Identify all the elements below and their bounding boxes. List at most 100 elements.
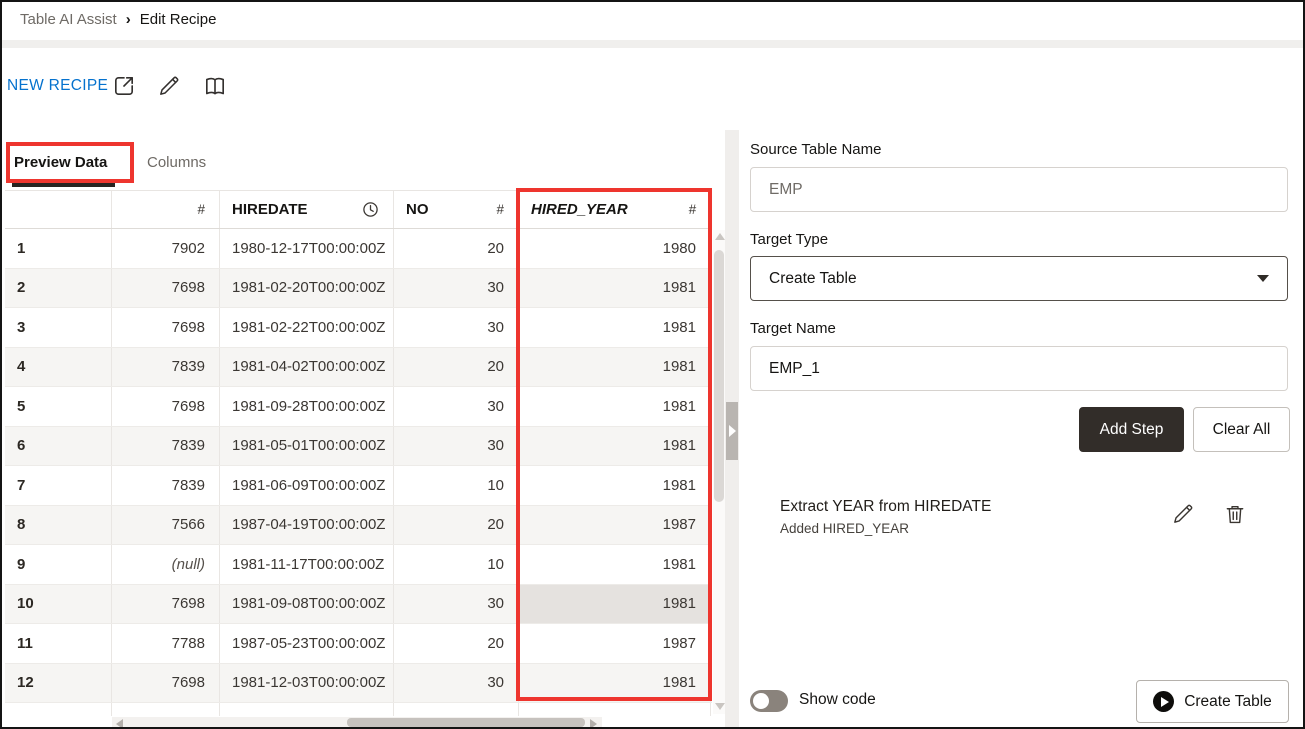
cell-mgr[interactable]: 7839 <box>112 427 220 466</box>
column-header-hiredate[interactable]: HIREDATE <box>220 191 394 228</box>
table-row: 576981981-09-28T00:00:00Z301981 <box>5 387 712 427</box>
cell-hired-year[interactable]: 1987 <box>519 506 711 545</box>
cell-mgr[interactable]: 7698 <box>112 269 220 308</box>
show-code-label: Show code <box>799 691 876 709</box>
row-number-cell[interactable]: 2 <box>5 269 112 308</box>
cell-hired-year[interactable]: 1987 <box>519 624 711 663</box>
cell-hiredate[interactable] <box>220 703 394 716</box>
row-number-cell[interactable]: 13 <box>5 703 112 716</box>
cell-hired-year[interactable] <box>519 703 711 716</box>
column-header-hired-year[interactable]: HIRED_YEAR # <box>519 191 711 228</box>
cell-hiredate[interactable]: 1981-11-17T00:00:00Z <box>220 545 394 584</box>
cell-no[interactable]: 20 <box>394 506 519 545</box>
scroll-right-arrow-icon[interactable] <box>590 719 597 729</box>
table-row: 875661987-04-19T00:00:00Z201987 <box>5 506 712 546</box>
cell-mgr[interactable]: 7788 <box>112 624 220 663</box>
add-step-button[interactable]: Add Step <box>1079 407 1184 452</box>
play-icon <box>1153 691 1174 712</box>
cell-mgr[interactable] <box>112 703 220 716</box>
cell-no[interactable]: 30 <box>394 585 519 624</box>
target-type-select[interactable]: Create Table <box>750 256 1288 301</box>
cell-mgr[interactable]: 7698 <box>112 308 220 347</box>
target-name-field[interactable]: EMP_1 <box>750 346 1288 391</box>
row-number-cell[interactable]: 7 <box>5 466 112 505</box>
cell-no[interactable]: 20 <box>394 348 519 387</box>
cell-hiredate[interactable]: 1981-09-08T00:00:00Z <box>220 585 394 624</box>
breadcrumb-chevron-icon: › <box>126 11 131 28</box>
cell-no[interactable]: 30 <box>394 308 519 347</box>
row-number-cell[interactable]: 8 <box>5 506 112 545</box>
pencil-icon[interactable] <box>157 74 181 98</box>
cell-no[interactable]: 20 <box>394 624 519 663</box>
cell-hiredate[interactable]: 1981-02-22T00:00:00Z <box>220 308 394 347</box>
row-number-cell[interactable]: 1 <box>5 229 112 268</box>
cell-hiredate[interactable]: 1981-12-03T00:00:00Z <box>220 664 394 703</box>
clear-all-button[interactable]: Clear All <box>1193 407 1290 452</box>
delete-step-trash-icon[interactable] <box>1223 502 1247 526</box>
cell-no[interactable]: 30 <box>394 427 519 466</box>
cell-hiredate[interactable]: 1987-05-23T00:00:00Z <box>220 624 394 663</box>
cell-mgr[interactable]: 7698 <box>112 585 220 624</box>
cell-hired-year[interactable]: 1980 <box>519 229 711 268</box>
row-number-cell[interactable]: 11 <box>5 624 112 663</box>
cell-no[interactable]: 30 <box>394 387 519 426</box>
row-number-cell[interactable]: 3 <box>5 308 112 347</box>
cell-mgr[interactable]: 7566 <box>112 506 220 545</box>
cell-hiredate[interactable]: 1980-12-17T00:00:00Z <box>220 229 394 268</box>
cell-no[interactable]: 10 <box>394 545 519 584</box>
tab-columns[interactable]: Columns <box>147 154 206 171</box>
cell-hired-year[interactable]: 1981 <box>519 466 711 505</box>
tab-preview-data[interactable]: Preview Data <box>14 154 107 171</box>
book-icon[interactable] <box>203 74 227 98</box>
cell-no[interactable]: 10 <box>394 466 519 505</box>
show-code-toggle[interactable] <box>750 690 788 712</box>
row-number-cell[interactable]: 4 <box>5 348 112 387</box>
row-number-cell[interactable]: 10 <box>5 585 112 624</box>
cell-mgr[interactable]: 7902 <box>112 229 220 268</box>
cell-hiredate[interactable]: 1981-05-01T00:00:00Z <box>220 427 394 466</box>
cell-hired-year[interactable]: 1981 <box>519 427 711 466</box>
row-number-cell[interactable]: 9 <box>5 545 112 584</box>
cell-no[interactable]: 20 <box>394 229 519 268</box>
cell-hired-year[interactable]: 1981 <box>519 585 711 624</box>
breadcrumb-current: Edit Recipe <box>140 11 217 28</box>
source-table-name-field[interactable]: EMP <box>750 167 1288 212</box>
export-icon[interactable] <box>112 74 136 98</box>
row-number-cell[interactable]: 12 <box>5 664 112 703</box>
create-table-button[interactable]: Create Table <box>1136 680 1289 723</box>
cell-mgr[interactable]: (null) <box>112 545 220 584</box>
chevron-right-icon <box>729 425 736 437</box>
cell-hiredate[interactable]: 1981-04-02T00:00:00Z <box>220 348 394 387</box>
cell-hiredate[interactable]: 1981-09-28T00:00:00Z <box>220 387 394 426</box>
cell-no[interactable]: 30 <box>394 664 519 703</box>
horizontal-scrollbar-thumb[interactable] <box>347 718 585 727</box>
scroll-down-arrow-icon[interactable] <box>715 703 725 710</box>
table-row: 478391981-04-02T00:00:00Z201981 <box>5 348 712 388</box>
cell-mgr[interactable]: 7839 <box>112 348 220 387</box>
row-number-cell[interactable]: 5 <box>5 387 112 426</box>
column-header-mgr[interactable]: # <box>112 191 220 228</box>
cell-mgr[interactable]: 7839 <box>112 466 220 505</box>
cell-no[interactable]: 30 <box>394 269 519 308</box>
column-header-no[interactable]: NO # <box>394 191 519 228</box>
cell-hired-year[interactable]: 1981 <box>519 348 711 387</box>
panel-collapse-handle[interactable] <box>726 402 738 460</box>
edit-step-pencil-icon[interactable] <box>1171 502 1195 526</box>
cell-hired-year[interactable]: 1981 <box>519 545 711 584</box>
cell-mgr[interactable]: 7698 <box>112 664 220 703</box>
cell-hiredate[interactable]: 1981-06-09T00:00:00Z <box>220 466 394 505</box>
breadcrumb-parent-link[interactable]: Table AI Assist <box>20 11 117 28</box>
cell-hired-year[interactable]: 1981 <box>519 308 711 347</box>
cell-hiredate[interactable]: 1981-02-20T00:00:00Z <box>220 269 394 308</box>
cell-mgr[interactable]: 7698 <box>112 387 220 426</box>
cell-hired-year[interactable]: 1981 <box>519 269 711 308</box>
vertical-scrollbar-thumb[interactable] <box>714 250 724 502</box>
scroll-left-arrow-icon[interactable] <box>116 719 123 729</box>
cell-hiredate[interactable]: 1987-04-19T00:00:00Z <box>220 506 394 545</box>
table-row: 1177881987-05-23T00:00:00Z201987 <box>5 624 712 664</box>
scroll-up-arrow-icon[interactable] <box>715 233 725 240</box>
cell-hired-year[interactable]: 1981 <box>519 664 711 703</box>
row-number-cell[interactable]: 6 <box>5 427 112 466</box>
cell-no[interactable] <box>394 703 519 716</box>
cell-hired-year[interactable]: 1981 <box>519 387 711 426</box>
